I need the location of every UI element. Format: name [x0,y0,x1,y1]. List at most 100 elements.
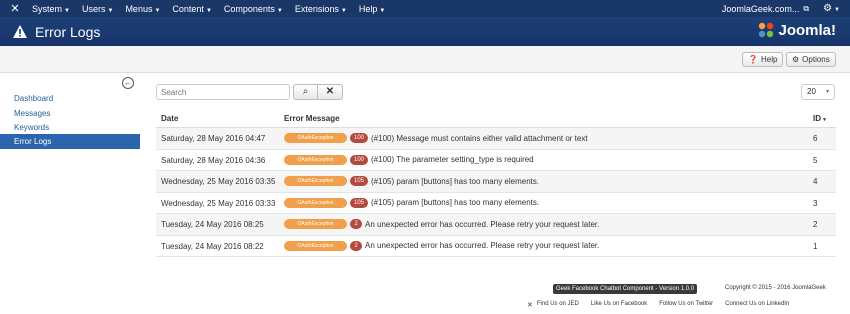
row-date: Saturday, 28 May 2016 04:47 [161,134,266,143]
menu-menus[interactable]: Menus ▼ [119,4,166,14]
link-linkedin[interactable]: Connect Us on LinkedIn [725,301,789,309]
clear-button[interactable]: ✕ [318,84,343,100]
row-id: 1 [813,241,818,251]
joomla-logo-icon [759,22,774,38]
sidebar: ← Dashboard Messages Keywords Error Logs [0,73,140,173]
row-id: 4 [813,177,818,186]
error-code-badge: 100 [350,133,369,143]
menu-help[interactable]: Help ▼ [353,4,391,14]
joomla-icon[interactable]: ✕ [4,2,26,15]
table-row: Tuesday, 24 May 2016 08:22 OAuthExceptio… [156,236,836,257]
row-message: OAuthException 2 An unexpected error has… [284,219,599,229]
exception-type-badge: OAuthException [284,176,347,186]
caret-down-icon: ▼ [825,89,830,95]
exception-type-badge: OAuthException [284,197,347,208]
message-text: (#105) param [buttons] has too many elem… [371,198,540,207]
table-row: Saturday, 28 May 2016 04:47 OAuthExcepti… [156,128,836,150]
link-facebook[interactable]: Like Us on Facebook [591,301,647,309]
search-input[interactable] [156,84,290,100]
row-id: 3 [813,198,818,208]
options-button[interactable]: ⚙ Options [786,52,836,67]
menu-users[interactable]: Users ▼ [76,4,119,14]
menu-label: Menus [125,3,153,14]
caret-down-icon: ▼ [379,7,386,14]
help-label: Help [760,55,778,64]
exception-type-badge: OAuthException [284,219,347,229]
page-header: Error Logs Joomla! [0,17,850,46]
column-message[interactable]: Error Message [284,114,340,123]
admin-topbar: ✕ System ▼ Users ▼ Menus ▼ Content ▼ Compone… [0,0,850,17]
message-text: An unexpected error has occurred. Please… [365,241,600,250]
brand-text: Joomla! [778,21,836,39]
menu-label: Components [223,3,275,14]
link-jed[interactable]: Find Us on JED [537,301,579,309]
row-id: 2 [813,220,818,229]
menu-system[interactable]: System ▼ [26,4,76,14]
sidebar-item-dashboard[interactable]: Dashboard [0,91,140,106]
toolbar: ❓ Help ⚙ Options [0,46,850,73]
gear-icon: ⚙ [823,3,833,14]
caret-down-icon: ▼ [205,7,212,14]
site-link[interactable]: JoomlaGeek.com... [718,4,804,14]
version-badge: Geek Facebook Chatbot Component - Versio… [553,284,698,294]
close-icon: ✕ [325,86,335,97]
row-date: Tuesday, 24 May 2016 08:22 [161,241,264,251]
error-code-badge: 2 [350,219,362,229]
main-menu: System ▼ Users ▼ Menus ▼ Content ▼ Component… [26,4,391,14]
menu-label: Users [81,3,106,14]
sidebar-item-error-logs[interactable]: Error Logs [0,134,140,149]
menu-label: Extensions [294,3,339,14]
menu-content[interactable]: Content ▼ [166,4,217,14]
topbar-right: JoomlaGeek.com... ⧉ ⚙ ▼ [718,0,850,17]
message-text: (#100) Message must contains either vali… [371,133,588,143]
error-code-badge: 2 [350,240,362,251]
row-message: OAuthException 100 (#100) Message must c… [284,133,588,143]
sidebar-item-messages[interactable]: Messages [0,106,140,121]
warning-icon [13,25,27,38]
table-header: Date Error Message ID▼ [156,110,836,128]
limit-value: 20 [807,87,816,96]
caret-down-icon: ▼ [340,7,347,14]
joomla-brand: Joomla! [757,21,836,39]
sidebar-item-keywords[interactable]: Keywords [0,120,140,135]
row-date: Tuesday, 24 May 2016 08:25 [161,220,264,229]
user-menu[interactable]: ⚙ ▼ [817,3,850,14]
exception-type-badge: OAuthException [284,154,347,165]
column-id-label: ID [813,114,821,123]
caret-down-icon: ▼ [834,7,840,13]
error-code-badge: 105 [350,176,369,186]
gear-icon: ⚙ [792,55,800,64]
row-id: 6 [813,134,818,143]
help-button[interactable]: ❓ Help [742,52,783,67]
message-text: (#105) param [buttons] has too many elem… [371,176,540,186]
link-twitter[interactable]: Follow Us on Twitter [659,301,713,309]
copyright-text: Copyright © 2015 - 2016 JoomlaGeek [725,285,826,291]
row-date: Wednesday, 25 May 2016 03:33 [161,198,276,208]
table-row: Saturday, 28 May 2016 04:36 OAuthExcepti… [156,150,836,171]
search-button[interactable]: ⌕ [293,84,318,100]
exception-type-badge: OAuthException [284,240,347,251]
table-row: Wednesday, 25 May 2016 03:33 OAuthExcept… [156,193,836,214]
column-id[interactable]: ID▼ [813,114,827,123]
message-text: An unexpected error has occurred. Please… [365,219,600,229]
footer-links: ✕ Find Us on JED Like Us on Facebook Fol… [527,301,801,309]
row-id: 5 [813,155,818,165]
table-row: Tuesday, 24 May 2016 08:25 OAuthExceptio… [156,214,836,236]
column-date[interactable]: Date [161,114,178,123]
external-link-icon: ⧉ [803,3,810,13]
row-message: OAuthException 100 (#100) The parameter … [284,154,534,165]
list-limit-select[interactable]: 20 ▼ [801,84,835,100]
page-title: Error Logs [35,23,101,40]
sidebar-collapse-icon[interactable]: ← [122,77,134,89]
caret-down-icon: ▼ [154,7,161,14]
question-icon: ❓ [748,55,758,64]
menu-components[interactable]: Components ▼ [218,4,289,14]
row-date: Wednesday, 25 May 2016 03:35 [161,177,276,186]
menu-label: Content [172,3,204,14]
error-log-table: Date Error Message ID▼ Saturday, 28 May … [156,110,836,257]
options-label: Options [802,55,830,64]
caret-down-icon: ▼ [64,7,70,14]
row-message: OAuthException 2 An unexpected error has… [284,240,600,251]
menu-extensions[interactable]: Extensions ▼ [289,4,353,14]
table-row: Wednesday, 25 May 2016 03:35 OAuthExcept… [156,171,836,193]
